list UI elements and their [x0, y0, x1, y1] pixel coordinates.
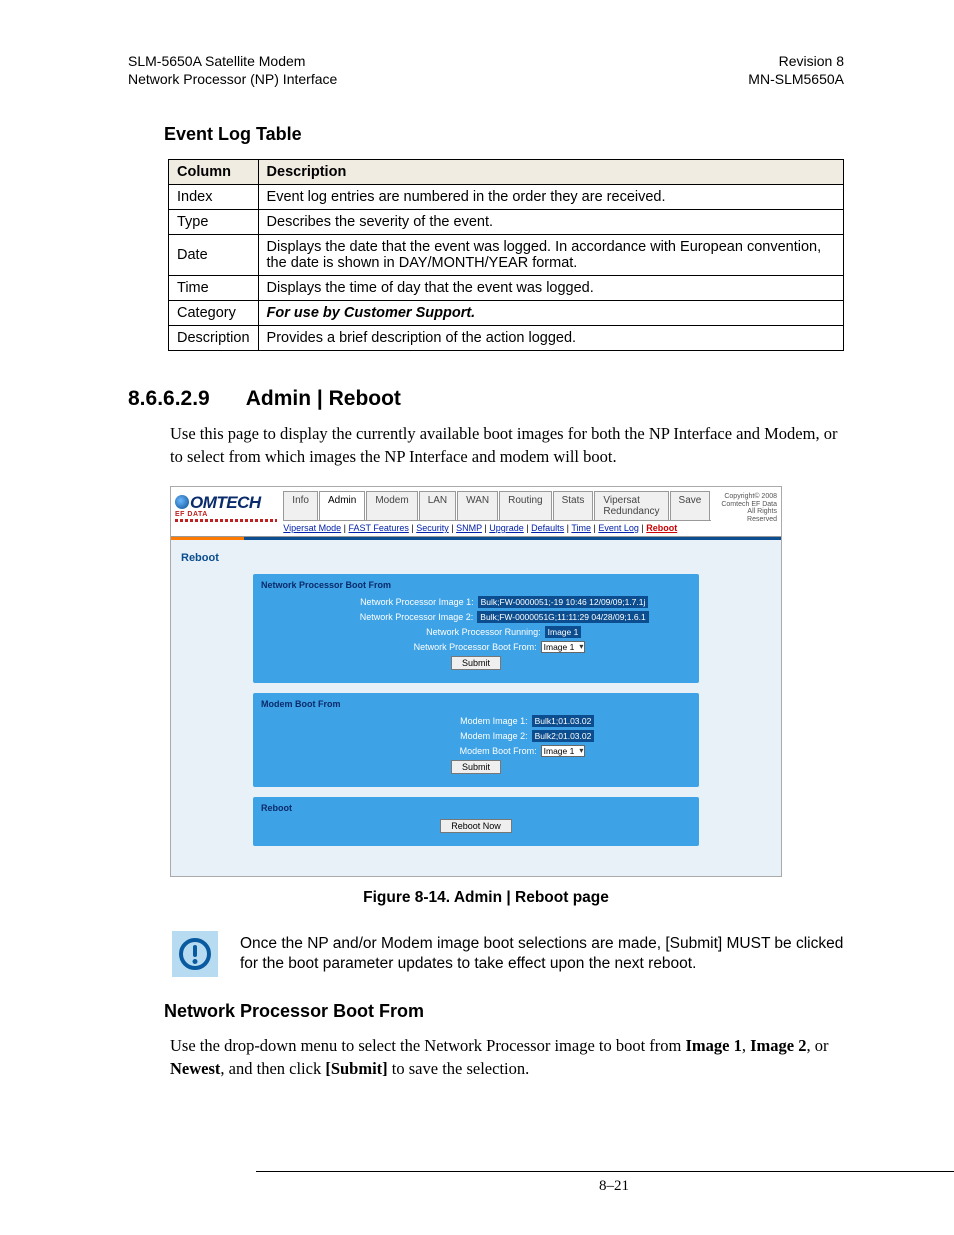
header-right-1: Revision 8 [748, 52, 844, 70]
modem-bootfrom-select[interactable]: Image 1 [541, 745, 586, 757]
top-tabs: Info Admin Modem LAN WAN Routing Stats V… [283, 491, 711, 521]
cell-column: Type [169, 210, 259, 235]
link-event-log[interactable]: Event Log [598, 523, 639, 533]
np-image1-value: Bulk;FW-0000051;-19 10:46 12/09/09;1.7.1… [478, 596, 649, 608]
copyright-text: Copyright© 2008 Comtech EF Data All Righ… [717, 491, 777, 524]
np-boot-panel: Network Processor Boot From Network Proc… [253, 574, 699, 683]
col-column: Column [169, 160, 259, 185]
header-right-2: MN-SLM5650A [748, 70, 844, 88]
col-description: Description [258, 160, 843, 185]
note-block: Once the NP and/or Modem image boot sele… [172, 931, 844, 977]
header-left-1: SLM-5650A Satellite Modem [128, 52, 337, 70]
table-row: Type Describes the severity of the event… [169, 210, 844, 235]
modem-image1-label: Modem Image 1: [358, 716, 528, 726]
modem-image2-label: Modem Image 2: [358, 731, 528, 741]
modem-boot-panel: Modem Boot From Modem Image 1: Bulk1;01.… [253, 693, 699, 787]
table-row: Time Displays the time of day that the e… [169, 276, 844, 301]
np-image2-label: Network Processor Image 2: [303, 612, 473, 622]
reboot-panel: Reboot Reboot Now [253, 797, 699, 846]
cell-desc: For use by Customer Support. [258, 301, 843, 326]
np-bootfrom-select[interactable]: Image 1 [541, 641, 586, 653]
cell-column: Time [169, 276, 259, 301]
table-row: Date Displays the date that the event wa… [169, 235, 844, 276]
logo-bar-icon [175, 519, 277, 522]
reboot-now-button[interactable]: Reboot Now [440, 819, 512, 833]
modem-submit-button[interactable]: Submit [451, 760, 501, 774]
modem-image2-value: Bulk2;01.03.02 [532, 730, 595, 742]
link-fast-features[interactable]: FAST Features [349, 523, 409, 533]
page-title: Reboot [181, 552, 771, 564]
cell-desc: Displays the time of day that the event … [258, 276, 843, 301]
np-running-value: Image 1 [545, 626, 582, 638]
np-boot-from-paragraph: Use the drop-down menu to select the Net… [170, 1034, 844, 1080]
np-boot-from-heading: Network Processor Boot From [164, 1001, 844, 1022]
accent-bar-icon [171, 537, 781, 540]
cell-column: Description [169, 326, 259, 351]
cell-column: Date [169, 235, 259, 276]
tab-stats[interactable]: Stats [553, 491, 594, 520]
reboot-legend: Reboot [261, 803, 691, 813]
modem-bootfrom-label: Modem Boot From: [367, 746, 537, 756]
tab-routing[interactable]: Routing [499, 491, 551, 520]
link-vipersat-mode[interactable]: Vipersat Mode [283, 523, 341, 533]
logo: OMTECH [175, 493, 277, 513]
tab-admin[interactable]: Admin [319, 491, 365, 520]
admin-reboot-intro: Use this page to display the currently a… [170, 423, 844, 468]
table-row: Category For use by Customer Support. [169, 301, 844, 326]
figure-caption: Figure 8-14. Admin | Reboot page [128, 889, 844, 907]
globe-icon [175, 495, 189, 509]
tab-modem[interactable]: Modem [366, 491, 417, 520]
np-running-label: Network Processor Running: [371, 627, 541, 637]
admin-sublinks: Vipersat Mode | FAST Features | Security… [283, 521, 711, 536]
page-header: SLM-5650A Satellite Modem Network Proces… [128, 52, 844, 88]
cell-desc: Provides a brief description of the acti… [258, 326, 843, 351]
np-image1-label: Network Processor Image 1: [304, 597, 474, 607]
event-log-table: Column Description Index Event log entri… [168, 159, 844, 351]
link-security[interactable]: Security [416, 523, 449, 533]
admin-reboot-heading: 8.6.6.2.9 Admin | Reboot [128, 387, 844, 411]
table-row: Index Event log entries are numbered in … [169, 185, 844, 210]
modem-image1-value: Bulk1;01.03.02 [532, 715, 595, 727]
tab-wan[interactable]: WAN [457, 491, 498, 520]
link-snmp[interactable]: SNMP [456, 523, 482, 533]
tab-lan[interactable]: LAN [419, 491, 456, 520]
tab-save[interactable]: Save [670, 491, 711, 520]
tab-info[interactable]: Info [283, 491, 318, 520]
np-image2-value: Bulk;FW-0000051G;11:11:29 04/28/09;1.6.1 [477, 611, 648, 623]
cell-desc: Describes the severity of the event. [258, 210, 843, 235]
event-log-title: Event Log Table [164, 124, 808, 145]
heading-number: 8.6.6.2.9 [128, 387, 210, 411]
tab-vipersat-redundancy[interactable]: Vipersat Redundancy [594, 491, 668, 520]
np-bootfrom-label: Network Processor Boot From: [367, 642, 537, 652]
cell-desc: Event log entries are numbered in the or… [258, 185, 843, 210]
reboot-page-screenshot: OMTECH EF DATA Info Admin Modem LAN WAN … [170, 486, 782, 877]
note-text: Once the NP and/or Modem image boot sele… [240, 934, 844, 974]
modem-boot-legend: Modem Boot From [261, 699, 691, 709]
link-reboot[interactable]: Reboot [646, 523, 677, 533]
np-submit-button[interactable]: Submit [451, 656, 501, 670]
heading-title: Admin | Reboot [246, 387, 401, 411]
link-time[interactable]: Time [571, 523, 591, 533]
alert-icon [172, 931, 218, 977]
cell-column: Index [169, 185, 259, 210]
header-left-2: Network Processor (NP) Interface [128, 70, 337, 88]
np-boot-legend: Network Processor Boot From [261, 580, 691, 590]
cell-desc: Displays the date that the event was log… [258, 235, 843, 276]
link-defaults[interactable]: Defaults [531, 523, 564, 533]
link-upgrade[interactable]: Upgrade [489, 523, 524, 533]
table-row: Description Provides a brief description… [169, 326, 844, 351]
page-number: 8–21 [256, 1171, 954, 1195]
cell-column: Category [169, 301, 259, 326]
